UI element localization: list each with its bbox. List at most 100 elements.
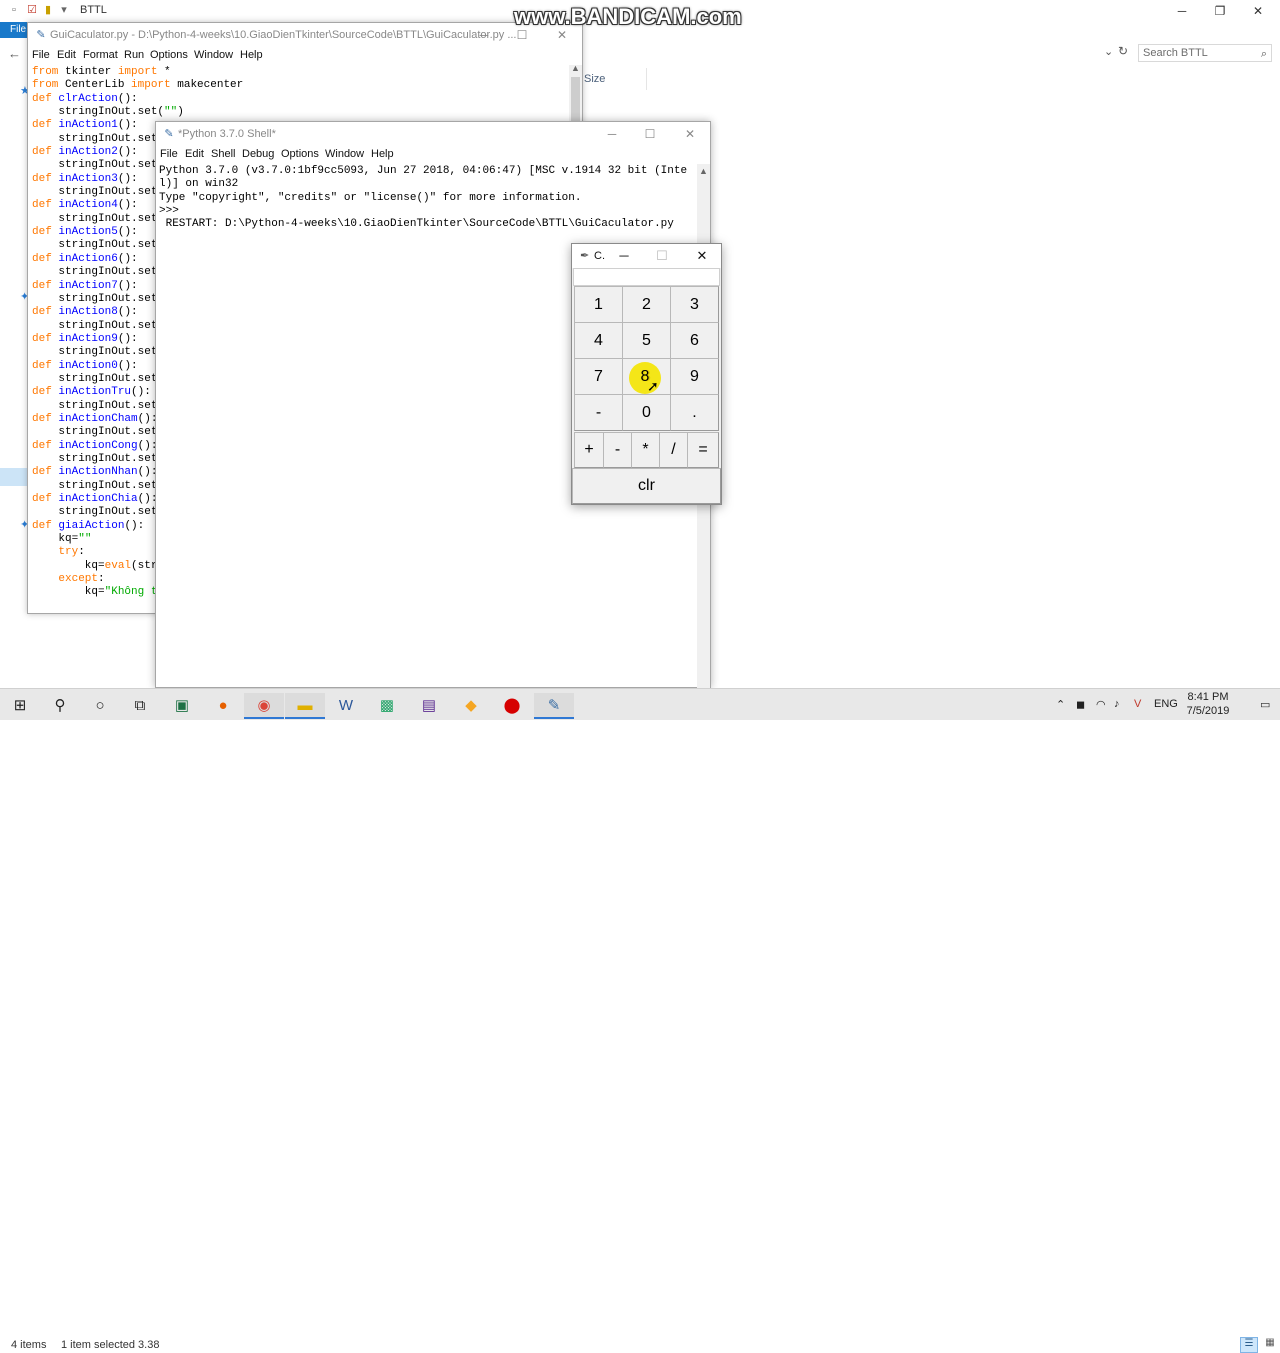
explorer-minimize-button[interactable]: ─ (1162, 0, 1202, 22)
explorer-close-button[interactable]: ✕ (1238, 0, 1278, 22)
word-icon[interactable]: W (326, 693, 366, 719)
calculator-titlebar[interactable]: ✒ C. ─ ☐ ✕ (572, 244, 721, 268)
system-menu-icon[interactable]: ▫ (8, 4, 20, 16)
shell-titlebar[interactable]: ✎ *Python 3.7.0 Shell* ─ ☐ ✕ (156, 122, 710, 146)
properties-icon[interactable]: ☑ (26, 4, 38, 16)
python-shell-icon: ✎ (164, 128, 174, 140)
item-count: 4 items (11, 1339, 47, 1351)
customize-toolbar-icon[interactable]: ▾ (58, 4, 70, 16)
editor-menubar: File Edit Format Run Options Window Help (28, 47, 582, 65)
key-7[interactable]: 7 (574, 358, 623, 395)
new-folder-icon[interactable]: ▮ (42, 4, 54, 16)
editor-menu-file[interactable]: File (32, 49, 50, 61)
shell-menu-help[interactable]: Help (371, 148, 394, 160)
scroll-up-icon[interactable]: ▲ (571, 63, 580, 73)
editor-minimize-button[interactable]: ─ (466, 23, 502, 47)
shell-menu-debug[interactable]: Debug (242, 148, 274, 160)
key-subtract[interactable]: - (603, 432, 632, 468)
cortana-icon[interactable]: ○ (80, 693, 120, 719)
shell-close-button[interactable]: ✕ (672, 122, 708, 146)
terminal-icon[interactable]: ▤ (409, 693, 449, 719)
search-input[interactable]: Search BTTL ⌕ (1138, 44, 1272, 62)
key-minus-sign[interactable]: - (574, 394, 623, 431)
explorer-title: BTTL (80, 4, 107, 16)
key-equals[interactable]: = (687, 432, 719, 468)
refresh-icon[interactable]: ↻ (1118, 44, 1128, 58)
search-placeholder: Search BTTL (1143, 47, 1208, 59)
editor-titlebar[interactable]: ✎ GuiCaculator.py - D:\Python-4-weeks\10… (28, 23, 582, 47)
wifi-icon[interactable]: ◠ (1096, 698, 1106, 711)
key-1[interactable]: 1 (574, 286, 623, 323)
nav-pane-selection[interactable] (0, 468, 28, 486)
key-6[interactable]: 6 (670, 322, 719, 359)
explorer-maximize-button[interactable]: ❐ (1200, 0, 1240, 22)
column-divider[interactable] (646, 68, 647, 90)
scroll-up-icon[interactable]: ▲ (699, 166, 708, 176)
editor-menu-edit[interactable]: Edit (57, 49, 76, 61)
clock-time[interactable]: 8:41 PM (1186, 691, 1230, 703)
search-icon[interactable]: ⌕ (1261, 46, 1267, 62)
windows-start-icon[interactable]: ⊞ (0, 693, 40, 719)
key-decimal-point[interactable]: . (670, 394, 719, 431)
key-9[interactable]: 9 (670, 358, 719, 395)
shell-menu-options[interactable]: Options (281, 148, 319, 160)
volume-icon[interactable]: ♪ (1114, 698, 1120, 710)
firefox-icon[interactable]: ● (203, 693, 243, 719)
search-icon[interactable]: ⚲ (40, 693, 80, 719)
shell-menu-window[interactable]: Window (325, 148, 364, 160)
taskbar: ⊞ ⚲ ○ ⧉ ▣ ● ◉ ▬ W ▩ ▤ ◆ ⬤ ✎ ⌃ ◼ ◠ ♪ V EN… (0, 688, 1280, 720)
calculator-maximize-button[interactable]: ☐ (644, 244, 680, 268)
clock-date[interactable]: 7/5/2019 (1186, 705, 1230, 717)
back-arrow-icon[interactable]: ← (8, 46, 21, 61)
excel-icon[interactable]: ▣ (162, 693, 202, 719)
pycharm-icon[interactable]: ▩ (367, 693, 407, 719)
key-divide[interactable]: / (659, 432, 688, 468)
shell-menubar: File Edit Shell Debug Options Window Hel… (156, 146, 710, 164)
key-5[interactable]: 5 (622, 322, 671, 359)
vietkey-icon[interactable]: V (1134, 698, 1141, 710)
file-ribbon-tab[interactable]: File (0, 22, 30, 38)
key-plus[interactable]: + (574, 432, 604, 468)
shell-minimize-button[interactable]: ─ (594, 122, 630, 146)
key-2[interactable]: 2 (622, 286, 671, 323)
mouse-cursor-icon: ➚ (647, 378, 659, 394)
calculator-minimize-button[interactable]: ─ (606, 244, 642, 268)
calculator-close-button[interactable]: ✕ (684, 244, 720, 268)
chrome-icon[interactable]: ◉ (244, 693, 284, 719)
column-header-size[interactable]: Size (584, 73, 605, 85)
shell-menu-shell[interactable]: Shell (211, 148, 235, 160)
tk-feather-icon: ✒ (580, 250, 590, 262)
python-file-icon: ✎ (36, 29, 46, 41)
bandicam-record-icon[interactable]: ⬤ (492, 693, 532, 719)
notifications-icon[interactable]: ▭ (1260, 698, 1270, 711)
details-view-icon[interactable]: ☰ (1240, 1337, 1258, 1353)
key-4[interactable]: 4 (574, 322, 623, 359)
gdrive-icon[interactable]: ◆ (451, 693, 491, 719)
selection-info: 1 item selected 3.38 (61, 1339, 160, 1351)
shell-menu-file[interactable]: File (160, 148, 178, 160)
editor-menu-help[interactable]: Help (240, 49, 263, 61)
shell-line: l)] on win32 (159, 178, 239, 191)
task-view-icon[interactable]: ⧉ (120, 693, 160, 719)
shell-menu-edit[interactable]: Edit (185, 148, 204, 160)
file-explorer-icon[interactable]: ▬ (285, 693, 325, 719)
editor-menu-format[interactable]: Format (83, 49, 118, 61)
clear-button[interactable]: clr (572, 468, 721, 504)
show-hidden-icons-icon[interactable]: ⌃ (1056, 698, 1065, 711)
bandicam-watermark: www.BANDICAM.com (514, 4, 742, 29)
editor-menu-options[interactable]: Options (150, 49, 188, 61)
shell-line: RESTART: D:\Python-4-weeks\10.GiaoDienTk… (159, 218, 674, 231)
key-3[interactable]: 3 (670, 286, 719, 323)
key-0[interactable]: 0 (622, 394, 671, 431)
shell-output[interactable]: Python 3.7.0 (v3.7.0:1bf9cc5093, Jun 27 … (159, 165, 687, 232)
shell-maximize-button[interactable]: ☐ (632, 122, 668, 146)
system-tray-app-icon[interactable]: ◼ (1076, 698, 1085, 711)
chevron-down-icon[interactable]: ⌄ (1104, 45, 1113, 58)
editor-menu-window[interactable]: Window (194, 49, 233, 61)
key-multiply[interactable]: * (631, 432, 660, 468)
large-icons-view-icon[interactable]: ▦ (1262, 1337, 1278, 1353)
input-language[interactable]: ENG (1154, 698, 1178, 710)
calculator-display[interactable] (573, 268, 720, 286)
idle-icon[interactable]: ✎ (534, 693, 574, 719)
editor-menu-run[interactable]: Run (124, 49, 144, 61)
